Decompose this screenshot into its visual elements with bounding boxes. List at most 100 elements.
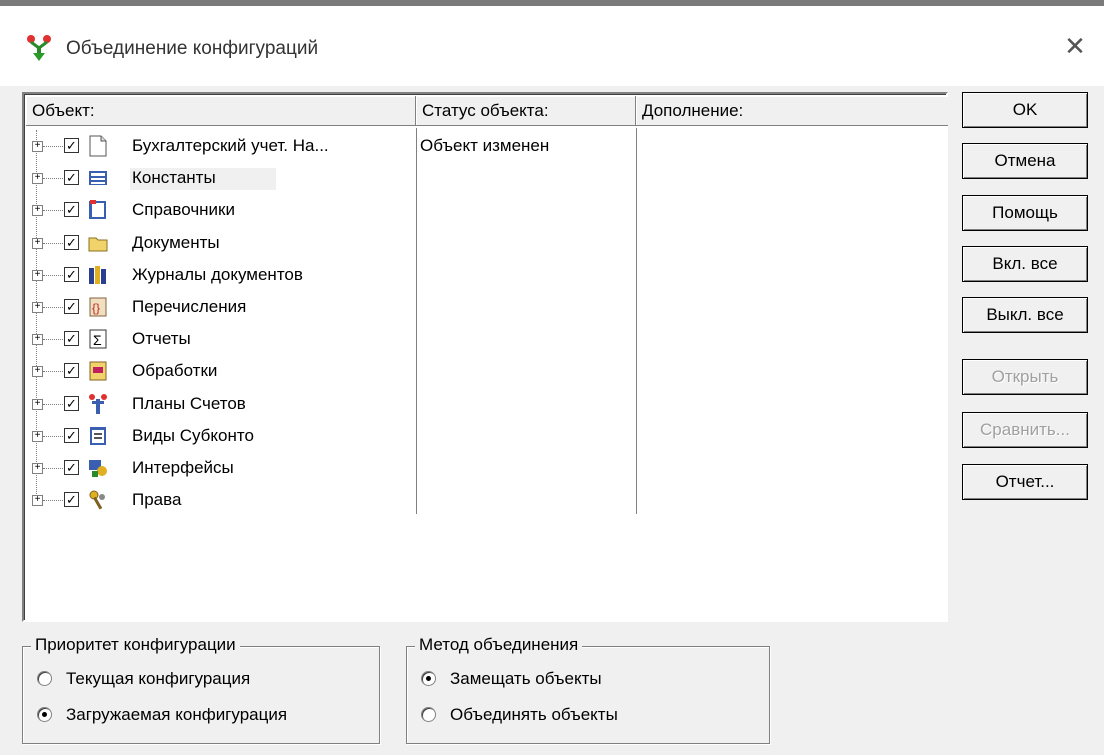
method-legend: Метод объединения: [415, 635, 583, 655]
expand-icon[interactable]: +: [32, 301, 43, 313]
checkbox[interactable]: ✓: [64, 170, 79, 186]
tree-connector: [43, 306, 63, 308]
dialog-body: Объект: Статус объекта: Дополнение: + ✓ Бу…: [0, 86, 1104, 755]
enumerations-icon: {}: [88, 296, 108, 318]
tree-row-label: Интерфейсы: [132, 457, 234, 477]
column-separator: [636, 128, 637, 514]
ok-button[interactable]: OK: [962, 92, 1088, 128]
tree-row[interactable]: + ✓ Документы: [28, 227, 420, 259]
reports-icon: Σ: [88, 328, 108, 350]
disable-all-button[interactable]: Выкл. все: [962, 297, 1088, 333]
tree-row-label: Планы Счетов: [132, 393, 246, 413]
tree-row-label: Справочники: [132, 200, 235, 220]
radio-circle: [37, 671, 52, 686]
merge-method-group: Метод объединения Замещать объекты Объед…: [406, 635, 770, 744]
tree-connector: [43, 274, 63, 276]
help-button[interactable]: Помощь: [962, 195, 1088, 231]
radio-merge-objects[interactable]: Объединять объекты: [421, 705, 618, 725]
radio-label: Объединять объекты: [450, 705, 618, 724]
checkbox[interactable]: ✓: [64, 298, 79, 314]
tree-row[interactable]: + ✓ Права: [28, 484, 420, 516]
rights-icon: [88, 489, 108, 511]
list-header: Объект: Статус объекта: Дополнение:: [26, 96, 948, 128]
checkbox[interactable]: ✓: [64, 427, 79, 443]
checkbox[interactable]: ✓: [64, 459, 79, 475]
processing-icon: [88, 360, 108, 382]
checkbox[interactable]: ✓: [64, 138, 79, 153]
expand-icon[interactable]: +: [32, 141, 43, 152]
radio-label: Замещать объекты: [450, 669, 602, 688]
cancel-button[interactable]: Отмена: [962, 143, 1088, 179]
tree-row[interactable]: + ✓ Справочники: [28, 194, 420, 226]
expand-icon[interactable]: +: [32, 366, 43, 378]
svg-text:{}: {}: [92, 301, 100, 315]
radio-loaded-config[interactable]: Загружаемая конфигурация: [37, 705, 287, 725]
tree-row[interactable]: + ✓ Бухгалтерский учет. На...: [28, 130, 420, 162]
chart-of-accounts-icon: [88, 393, 108, 415]
tree-row[interactable]: + ✓ Интерфейсы: [28, 452, 420, 484]
report-button[interactable]: Отчет...: [962, 464, 1088, 500]
radio-replace-objects[interactable]: Замещать объекты: [421, 669, 602, 689]
objects-list[interactable]: Объект: Статус объекта: Дополнение: + ✓ Бу…: [22, 92, 948, 622]
object-tree: + ✓ Бухгалтерский учет. На... + ✓ Константы + ✓…: [28, 130, 420, 516]
checkbox[interactable]: ✓: [64, 331, 79, 347]
folder-icon: [88, 232, 108, 254]
tree-row-label: Виды Субконто: [132, 425, 254, 445]
checkbox[interactable]: ✓: [64, 395, 79, 411]
title-bar: Объединение конфигураций ✕: [0, 6, 1104, 86]
document-icon: [88, 135, 108, 157]
tree-connector: [43, 403, 63, 405]
tree-row-label: Обработки: [132, 361, 218, 381]
tree-row-label: Права: [132, 490, 182, 510]
constants-icon: [88, 167, 108, 189]
enable-all-button[interactable]: Вкл. все: [962, 246, 1088, 282]
merge-configurations-dialog: Объединение конфигураций ✕ Объект: Стату…: [0, 0, 1104, 755]
expand-icon[interactable]: +: [32, 398, 43, 410]
expand-icon[interactable]: +: [32, 205, 43, 217]
radio-circle-selected: [37, 707, 52, 722]
tree-connector: [43, 242, 63, 244]
tree-row[interactable]: + ✓ Планы Счетов: [28, 388, 420, 420]
tree-row[interactable]: + ✓ Виды Субконто: [28, 420, 420, 452]
column-header-addition[interactable]: Дополнение:: [636, 96, 948, 126]
expand-icon[interactable]: +: [32, 269, 43, 281]
expand-icon[interactable]: +: [32, 173, 43, 185]
expand-icon[interactable]: +: [32, 495, 43, 507]
tree-connector: [43, 435, 63, 437]
expand-icon[interactable]: +: [32, 237, 43, 249]
tree-row-label: Журналы документов: [132, 264, 303, 284]
radio-label: Загружаемая конфигурация: [66, 705, 288, 724]
tree-row[interactable]: + ✓ Константы: [28, 162, 420, 194]
tree-row-label: Документы: [132, 232, 220, 252]
compare-button[interactable]: Сравнить...: [962, 412, 1088, 448]
tree-connector: [43, 371, 63, 373]
radio-circle: [421, 707, 436, 722]
column-header-status[interactable]: Статус объекта:: [416, 96, 636, 126]
tree-row[interactable]: + ✓ {} Перечисления: [28, 291, 420, 323]
tree-row-label: Бухгалтерский учет. На...: [132, 136, 329, 155]
expand-icon[interactable]: +: [32, 462, 43, 474]
merge-app-icon: [27, 35, 51, 61]
close-icon[interactable]: ✕: [1060, 32, 1090, 62]
priority-group: Приоритет конфигурации Текущая конфигура…: [22, 635, 380, 744]
open-button[interactable]: Открыть: [962, 359, 1088, 395]
tree-row[interactable]: + ✓ Журналы документов: [28, 259, 420, 291]
column-header-object[interactable]: Объект:: [26, 96, 416, 126]
svg-text:Σ: Σ: [93, 332, 102, 348]
tree-row[interactable]: + ✓ Σ Отчеты: [28, 323, 420, 355]
checkbox[interactable]: ✓: [64, 266, 79, 282]
checkbox[interactable]: ✓: [64, 202, 79, 218]
radio-current-config[interactable]: Текущая конфигурация: [37, 669, 250, 689]
catalogs-icon: [88, 199, 108, 221]
expand-icon[interactable]: +: [32, 334, 43, 346]
expand-icon[interactable]: +: [32, 430, 43, 442]
radio-label: Текущая конфигурация: [66, 669, 251, 688]
tree-row-label: Перечисления: [132, 296, 247, 316]
checkbox[interactable]: ✓: [64, 363, 79, 379]
tree-connector: [43, 146, 63, 147]
checkbox[interactable]: ✓: [64, 492, 79, 508]
tree-connector: [43, 500, 63, 502]
tree-row[interactable]: + ✓ Обработки: [28, 355, 420, 387]
checkbox[interactable]: ✓: [64, 234, 79, 250]
priority-legend: Приоритет конфигурации: [31, 635, 240, 655]
